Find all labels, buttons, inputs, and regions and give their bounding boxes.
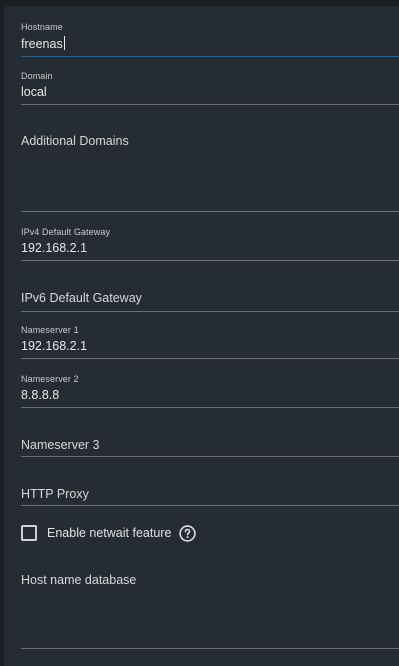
nameserver3-underline	[21, 456, 399, 457]
additional-domains-underline	[21, 211, 399, 212]
nameserver2-label: Nameserver 2	[21, 374, 79, 384]
http-proxy-input[interactable]: HTTP Proxy	[21, 487, 89, 501]
nameserver3-field[interactable]: Nameserver 3	[21, 436, 399, 458]
nameserver2-field[interactable]: Nameserver 2 8.8.8.8	[21, 372, 399, 408]
http-proxy-underline	[21, 505, 399, 506]
host-name-database-field[interactable]: Host name database	[21, 571, 399, 649]
hostname-underline	[21, 56, 399, 57]
text-cursor	[63, 36, 65, 50]
ipv4-gateway-label: IPv4 Default Gateway	[21, 227, 111, 237]
nameserver3-input[interactable]: Nameserver 3	[21, 438, 100, 452]
host-name-database-textarea[interactable]: Host name database	[21, 573, 136, 587]
netwait-row: Enable netwait feature	[21, 524, 197, 542]
netwait-checkbox[interactable]	[21, 525, 37, 541]
nameserver2-input[interactable]: 8.8.8.8	[21, 388, 59, 402]
nameserver1-underline	[21, 358, 399, 359]
ipv6-gateway-input[interactable]: IPv6 Default Gateway	[21, 291, 142, 305]
ipv6-gateway-field[interactable]: IPv6 Default Gateway	[21, 289, 399, 312]
domain-field[interactable]: Domain local	[21, 69, 399, 105]
additional-domains-textarea[interactable]: Additional Domains	[21, 134, 129, 148]
ipv4-gateway-underline	[21, 260, 399, 261]
additional-domains-field[interactable]: Additional Domains	[21, 132, 399, 213]
network-settings-form: Hostname freenas Domain local Additional…	[4, 6, 399, 666]
nameserver1-field[interactable]: Nameserver 1 192.168.2.1	[21, 323, 399, 359]
hostname-label: Hostname	[21, 22, 63, 32]
ipv6-gateway-underline	[21, 311, 399, 312]
domain-label: Domain	[21, 71, 53, 81]
hostname-field[interactable]: Hostname freenas	[21, 20, 399, 58]
hostname-value: freenas	[21, 37, 63, 51]
help-circle-icon[interactable]	[179, 524, 197, 542]
nameserver1-input[interactable]: 192.168.2.1	[21, 339, 87, 353]
nameserver2-underline	[21, 407, 399, 408]
http-proxy-field[interactable]: HTTP Proxy	[21, 485, 399, 507]
ipv4-gateway-field[interactable]: IPv4 Default Gateway 192.168.2.1	[21, 225, 399, 261]
hostname-input[interactable]: freenas	[21, 36, 65, 51]
domain-input[interactable]: local	[21, 85, 47, 99]
netwait-label[interactable]: Enable netwait feature	[47, 526, 171, 540]
nameserver1-label: Nameserver 1	[21, 325, 79, 335]
ipv4-gateway-input[interactable]: 192.168.2.1	[21, 241, 87, 255]
host-name-database-underline	[21, 648, 399, 649]
domain-underline	[21, 104, 399, 105]
